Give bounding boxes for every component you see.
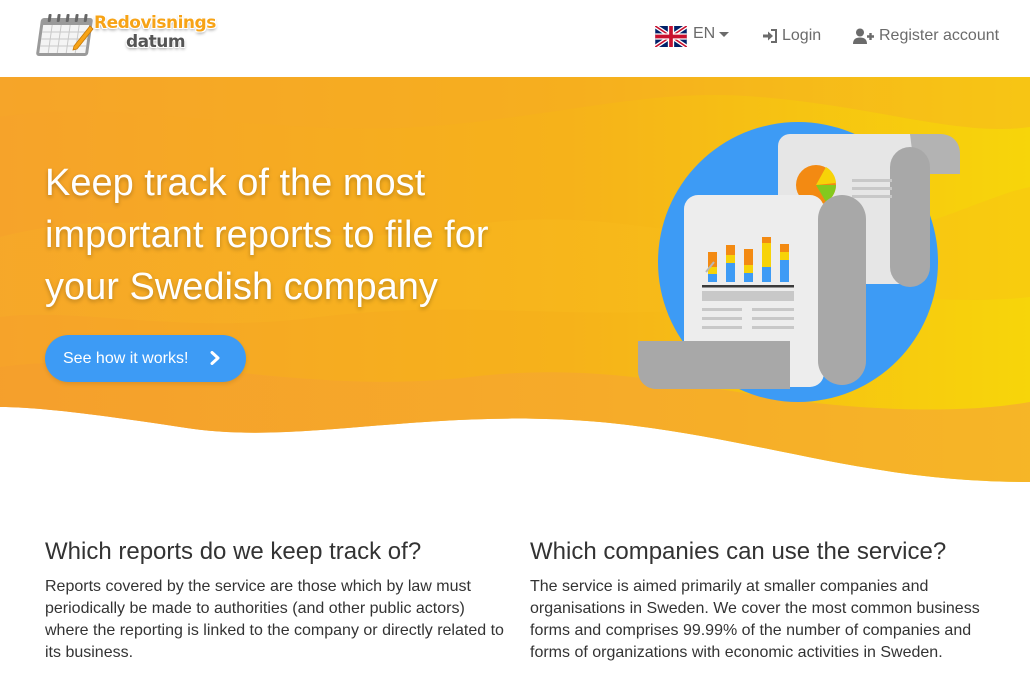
brand-logo[interactable]: Redovisnings datum (34, 12, 216, 58)
language-code: EN (693, 25, 716, 42)
login-link[interactable]: Login (762, 24, 821, 48)
language-selector[interactable]: EN (655, 24, 730, 48)
section-body: The service is aimed primarily at smalle… (530, 578, 980, 661)
hero-banner: Keep track of the most important reports… (0, 77, 1030, 487)
cta-label: See how it works! (63, 349, 189, 367)
user-plus-icon (853, 28, 875, 45)
section-heading: Which reports do we keep track of? (45, 538, 422, 565)
eligible-companies-section: Which companies can use the service? The… (530, 538, 1000, 664)
calendar-pencil-icon (36, 14, 94, 56)
register-label: Register account (879, 27, 1000, 44)
sign-in-icon (762, 28, 778, 44)
login-label: Login (782, 27, 822, 44)
reports-tracked-section: Which reports do we keep track of? Repor… (45, 538, 505, 664)
top-navbar: Redovisnings datum EN Login Register acc… (0, 0, 1030, 77)
uk-flag-icon (655, 25, 687, 47)
section-body: Reports covered by the service are those… (45, 578, 504, 661)
chevron-right-icon (210, 351, 220, 365)
brand-line2: datum (126, 32, 186, 52)
brand-wordmark: Redovisnings datum (94, 14, 216, 52)
brand-line1: Redovisnings (94, 13, 216, 33)
report-scroll-chart-icon (638, 122, 960, 402)
hero-title: Keep track of the most important reports… (45, 162, 489, 308)
caret-down-icon (719, 31, 730, 37)
register-account-link[interactable]: Register account (853, 24, 999, 48)
section-heading: Which companies can use the service? (530, 538, 947, 565)
see-how-it-works-button[interactable]: See how it works! (45, 335, 246, 382)
